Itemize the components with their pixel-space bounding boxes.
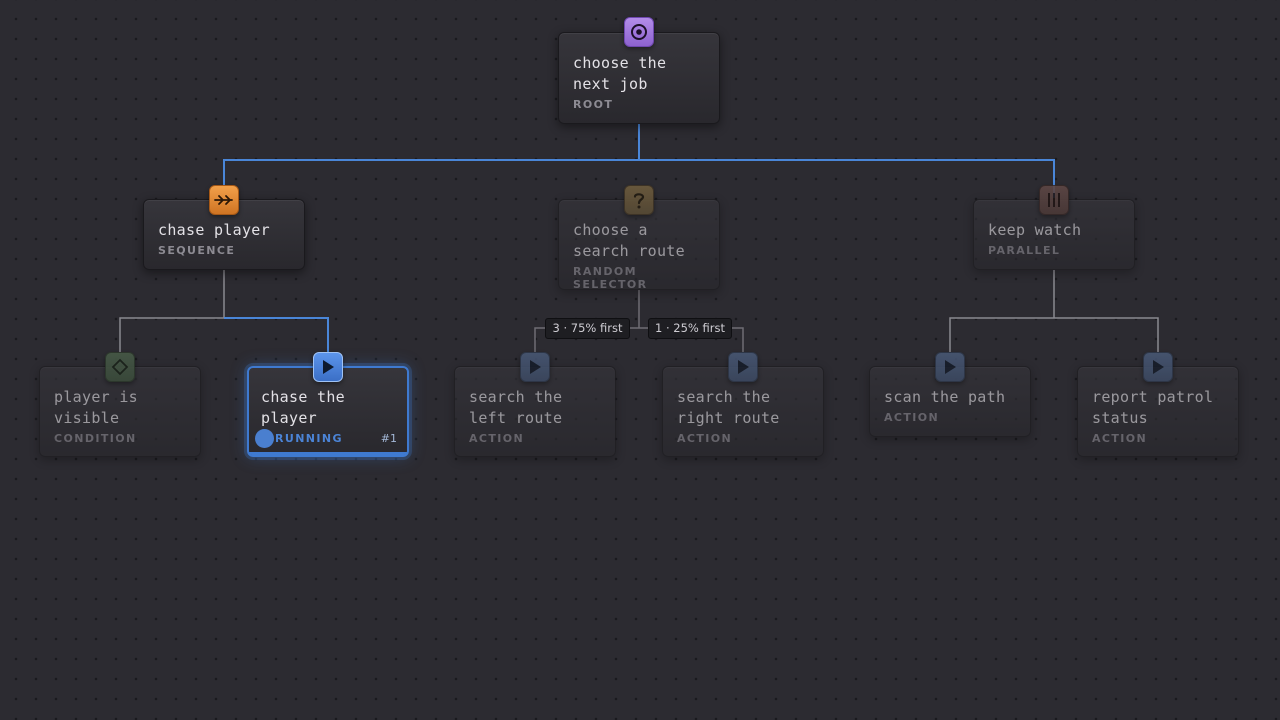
- edge-parallel-children: [949, 270, 1159, 352]
- node-kind: ACTION: [1092, 432, 1148, 445]
- node-title: report patrol: [1092, 388, 1214, 406]
- weight-label-right: 1 · 25% first: [648, 318, 732, 339]
- weight-label-left: 3 · 75% first: [545, 318, 630, 339]
- edge-sequence-condition: [119, 270, 225, 352]
- node-title: player is: [54, 388, 138, 406]
- question-icon: [624, 185, 654, 215]
- double-arrow-icon: [209, 185, 239, 215]
- weight-text: 3 · 75% first: [552, 321, 623, 335]
- node-title: keep watch: [988, 221, 1082, 239]
- node-title: player: [261, 409, 317, 427]
- node-title: choose a: [573, 221, 648, 239]
- node-title: search route: [573, 242, 685, 260]
- node-kind: RANDOM SELECTOR: [573, 265, 648, 291]
- running-progress-bar: [249, 452, 407, 455]
- parallel-bars-icon: [1039, 185, 1069, 215]
- play-icon: [728, 352, 758, 382]
- diamond-icon: [105, 352, 135, 382]
- weight-text: 1 · 25% first: [655, 321, 725, 335]
- node-title: chase the: [261, 388, 345, 406]
- play-icon: [1143, 352, 1173, 382]
- node-kind: PARALLEL: [988, 244, 1061, 257]
- node-title: search the: [677, 388, 771, 406]
- play-icon: [313, 352, 343, 382]
- node-status: RUNNING: [275, 432, 343, 445]
- node-title: scan the path: [884, 388, 1006, 406]
- node-title: next job: [573, 75, 648, 93]
- target-icon: [624, 17, 654, 47]
- node-title: right route: [677, 409, 780, 427]
- node-title: status: [1092, 409, 1148, 427]
- node-title: left route: [469, 409, 563, 427]
- running-indicator: [255, 429, 274, 448]
- node-title: search the: [469, 388, 563, 406]
- node-kind: ACTION: [884, 411, 940, 424]
- node-kind: ACTION: [677, 432, 733, 445]
- node-kind: ACTION: [469, 432, 525, 445]
- run-count: #1: [380, 432, 397, 445]
- edge-sequence-running: [224, 317, 329, 352]
- play-icon: [935, 352, 965, 382]
- node-kind: CONDITION: [54, 432, 137, 445]
- node-kind: SEQUENCE: [158, 244, 236, 257]
- node-title: choose the: [573, 54, 667, 72]
- node-title: chase player: [158, 221, 270, 239]
- node-title: visible: [54, 409, 120, 427]
- play-icon: [520, 352, 550, 382]
- node-kind: ROOT: [573, 98, 614, 111]
